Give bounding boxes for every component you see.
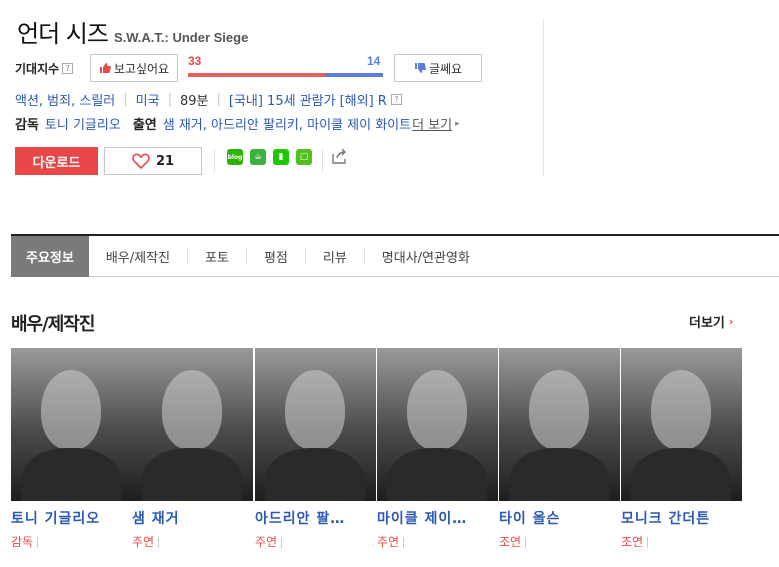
movie-title-row: 언더 시즈 S.W.A.T.: Under Siege	[17, 14, 248, 49]
like-button[interactable]: 21	[104, 147, 202, 175]
credits-more-link[interactable]: 더 보기	[412, 114, 452, 133]
cast-card: 모니크 간더튼조연	[621, 348, 742, 550]
cast-card: 샘 재거주연	[132, 348, 253, 550]
thumbs-up-icon	[99, 63, 111, 73]
want-to-see-button[interactable]: 보고싶어요	[90, 54, 178, 82]
cast-name[interactable]: 모니크 간더튼	[621, 508, 742, 528]
not-interested-button[interactable]: 글쎄요	[394, 54, 482, 82]
cast-name[interactable]: 아드리안 팔…	[255, 508, 376, 528]
cast-photo[interactable]	[11, 348, 132, 501]
want-count: 33	[188, 54, 202, 68]
cast-role: 주연	[255, 533, 376, 550]
cast-photo[interactable]	[255, 348, 376, 501]
director-label: 감독	[15, 118, 39, 133]
not-count: 14	[367, 54, 381, 68]
expectation-label: 기대지수 ?	[15, 60, 74, 77]
cast-label: 출연	[132, 118, 157, 133]
more-arrow-icon: ▸	[455, 118, 460, 129]
cast-photo[interactable]	[132, 348, 253, 501]
help-icon[interactable]: ?	[62, 63, 74, 74]
tab-1[interactable]: 배우/제작진	[89, 236, 187, 277]
cast-name[interactable]: 샘 재거	[132, 508, 253, 528]
cast-role: 조연	[621, 533, 742, 550]
cast-role: 주연	[377, 533, 498, 550]
rating-overseas[interactable]: [해외] R	[340, 90, 387, 109]
cast-name[interactable]: 마이클 제이…	[377, 508, 498, 528]
bookmark-share-icon[interactable]: ▮	[273, 149, 289, 165]
cast-card: 아드리안 팔… 주연	[255, 348, 376, 550]
content-tabs: 주요정보 배우/제작진 포토 평점 리뷰 명대사/연관영화	[11, 234, 779, 277]
cast-photo[interactable]	[499, 348, 620, 501]
tab-4[interactable]: 리뷰	[306, 236, 364, 277]
movie-title: 언더 시즈	[17, 20, 109, 48]
tab-5[interactable]: 명대사/연관영화	[365, 236, 487, 277]
share-icon[interactable]	[331, 148, 348, 165]
chevron-right-icon: ›	[728, 315, 734, 328]
like-count: 21	[155, 153, 175, 169]
rating-domestic[interactable]: [국내] 15세 관람가	[229, 90, 336, 109]
thumbs-down-icon	[414, 63, 426, 73]
runtime: 89분	[179, 94, 209, 109]
movie-meta-row: 액션, 범죄, 스릴러 | 미국 | 89분 | [국내] 15세 관람가 [해…	[15, 90, 402, 109]
heart-icon	[132, 153, 150, 169]
cast-card: 타이 올슨조연	[499, 348, 620, 550]
cast-name[interactable]: 토니 기글리오	[11, 508, 132, 528]
expectation-bar-fill	[188, 73, 325, 77]
cast-photo[interactable]	[377, 348, 498, 501]
cast-role: 주연	[132, 533, 253, 550]
country-link[interactable]: 미국	[136, 90, 160, 109]
cast-more-link[interactable]: 더보기 ›	[689, 312, 733, 331]
cast-role: 조연	[499, 533, 620, 550]
cast-card: 토니 기글리오감독	[11, 348, 132, 550]
tab-0[interactable]: 주요정보	[11, 235, 89, 277]
cast-photo[interactable]	[621, 348, 742, 501]
rating-help-icon[interactable]: ?	[390, 94, 402, 105]
movie-original-title: S.W.A.T.: Under Siege	[113, 30, 249, 45]
header-divider	[543, 18, 544, 176]
download-button[interactable]: 다운로드	[15, 147, 98, 175]
tab-2[interactable]: 포토	[188, 236, 246, 277]
blog-share-icon[interactable]: blog	[227, 149, 243, 165]
tab-3[interactable]: 평점	[247, 236, 305, 277]
cast-links[interactable]: 샘 재거, 아드리안 팔리키, 마이클 제이 화이트	[163, 114, 411, 133]
genre-link[interactable]: 액션, 범죄, 스릴러	[15, 90, 115, 109]
cast-name[interactable]: 타이 올슨	[499, 508, 620, 528]
expectation-bar	[188, 73, 383, 77]
cast-card: 마이클 제이… 주연	[377, 348, 498, 550]
memo-share-icon[interactable]: ▢	[296, 149, 312, 165]
credits-row: 감독 토니 기글리오 출연 샘 재거, 아드리안 팔리키, 마이클 제이 화이트…	[15, 114, 460, 133]
cast-section-title: 배우/제작진	[11, 314, 95, 335]
cast-role: 감독	[11, 533, 132, 550]
cafe-share-icon[interactable]: ☕	[250, 149, 266, 165]
director-link[interactable]: 토니 기글리오	[45, 114, 121, 133]
expectation-row: 기대지수 ? 보고싶어요 33 14 글쎄요	[15, 54, 535, 82]
